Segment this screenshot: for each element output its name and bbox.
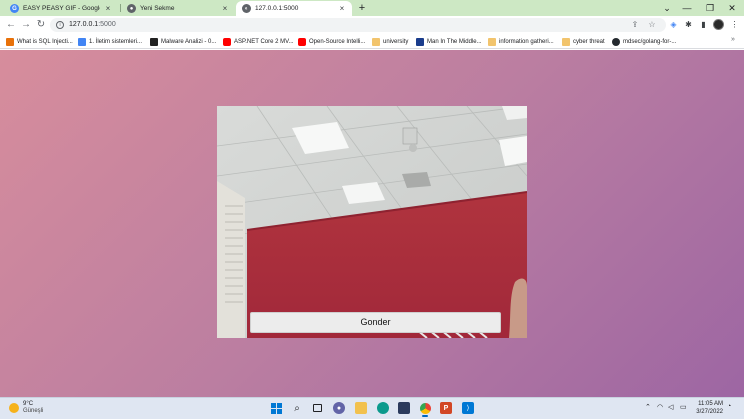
folder-icon	[562, 37, 570, 46]
bookmark-favicon-icon	[150, 37, 158, 46]
bookmark-favicon-icon	[6, 37, 14, 46]
bookmark-item[interactable]: mdsec/golang-for-...	[612, 36, 676, 47]
webcam-video	[217, 106, 527, 338]
restore-icon[interactable]: ❐	[699, 0, 721, 16]
bookmark-item[interactable]: Man In The Middle...	[416, 36, 482, 47]
close-icon[interactable]: ×	[221, 4, 229, 13]
bookmark-label: What is SQL Injecti...	[17, 38, 73, 45]
bookmark-label: information gatheri...	[499, 38, 554, 45]
tab-title: EASY PEASY GIF - Google Arama	[23, 5, 100, 12]
weather-condition: Güneşli	[23, 408, 44, 414]
notifications-icon[interactable]: ◔	[727, 403, 731, 410]
close-icon[interactable]: ×	[338, 4, 346, 13]
extension-shield-icon[interactable]: ◈	[668, 19, 679, 31]
tab-strip: G EASY PEASY GIF - Google Arama × ● Yeni…	[0, 0, 744, 16]
task-view-glyph	[312, 404, 322, 412]
windows-logo	[270, 402, 282, 414]
tab-google-search[interactable]: G EASY PEASY GIF - Google Arama ×	[4, 1, 118, 16]
weather-temp: 9°C	[23, 401, 34, 407]
clock-date: 3/27/2022	[696, 409, 723, 415]
chevron-up-icon[interactable]: ⌃	[645, 403, 651, 411]
url-host: 127.0.0.1	[69, 21, 99, 28]
bookmark-favicon-icon	[416, 37, 424, 46]
bookmark-label: 1. İletim sistemleri...	[89, 38, 143, 45]
speaker-icon[interactable]: ◁	[668, 403, 673, 411]
system-clock[interactable]: 11:05 AM 3/27/2022	[691, 400, 723, 416]
chrome-taskbar-icon[interactable]	[419, 402, 431, 417]
minimize-icon[interactable]: —	[676, 0, 698, 16]
chat-icon[interactable]: ●	[333, 402, 345, 414]
google-icon: G	[10, 4, 19, 13]
reload-icon[interactable]: ↻	[35, 19, 47, 31]
tab-title: 127.0.0.1:5000	[255, 5, 299, 12]
bookmarks-bar: What is SQL Injecti... 1. İletim sisteml…	[0, 34, 744, 49]
bookmark-label: Malware Analizi - 0...	[161, 38, 217, 45]
chrome-icon: ●	[127, 4, 136, 13]
bookmark-item[interactable]: Malware Analizi - 0...	[150, 36, 216, 47]
bookmark-label: Man In The Middle...	[427, 38, 482, 45]
bookmark-label: Open-Source Intelli...	[309, 38, 366, 45]
store-icon[interactable]	[398, 402, 410, 414]
globe-icon: ◐	[242, 4, 251, 13]
youtube-icon	[298, 37, 306, 46]
share-icon[interactable]: ⇪	[630, 20, 640, 30]
file-explorer-icon[interactable]	[355, 402, 367, 414]
search-icon[interactable]: ⌕	[291, 402, 303, 414]
url-port: :5000	[98, 21, 116, 28]
bookmark-label: university	[383, 38, 409, 45]
tab-new-tab[interactable]: ● Yeni Sekme ×	[121, 1, 235, 16]
bookmark-favicon-icon	[78, 37, 86, 46]
bookmark-item[interactable]: Open-Source Intelli...	[298, 36, 365, 47]
bookmark-item[interactable]: 1. İletim sistemleri...	[78, 36, 142, 47]
menu-kebab-icon[interactable]: ⋮	[729, 19, 740, 31]
tab-localhost[interactable]: ◐ 127.0.0.1:5000 ×	[236, 1, 352, 16]
bookmark-folder[interactable]: information gatheri...	[488, 36, 554, 47]
youtube-icon	[223, 37, 231, 46]
wifi-icon[interactable]: ◠	[657, 403, 663, 411]
folder-icon	[372, 37, 380, 46]
extensions-puzzle-icon[interactable]: ✱	[683, 19, 694, 31]
windows-start-icon[interactable]	[270, 402, 282, 414]
close-icon[interactable]: ×	[104, 4, 112, 13]
bookmark-item[interactable]: ASP.NET Core 2 MV...	[223, 36, 294, 47]
webcam-frame	[217, 106, 527, 338]
task-view-icon[interactable]	[311, 402, 323, 414]
bookmark-folder[interactable]: cyber threat	[562, 36, 605, 47]
chrome-logo	[419, 402, 431, 414]
weather-widget[interactable]: 9°C Güneşli	[9, 401, 43, 415]
chevron-down-icon[interactable]: ⌄	[656, 0, 678, 16]
github-icon	[612, 37, 620, 46]
sun-icon	[9, 403, 19, 413]
address-bar[interactable]: i 127.0.0.1:5000 ⇪ ☆	[50, 18, 666, 32]
clock-time: 11:05 AM	[698, 401, 723, 407]
edge-icon[interactable]	[377, 402, 389, 414]
new-tab-button[interactable]: +	[356, 1, 368, 15]
chevron-double-right-icon[interactable]: »	[731, 36, 735, 43]
vscode-icon[interactable]: ⟩	[462, 402, 474, 414]
bookmark-folder[interactable]: university	[372, 36, 408, 47]
page-background: Gonder	[0, 50, 744, 397]
url-text: 127.0.0.1:5000	[69, 20, 116, 30]
bookmark-label: mdsec/golang-for-...	[623, 38, 677, 45]
bookmark-star-icon[interactable]: ☆	[647, 20, 657, 30]
bookmark-label: ASP.NET Core 2 MV...	[234, 38, 294, 45]
folder-icon	[488, 37, 496, 46]
avatar[interactable]	[713, 19, 724, 30]
battery-icon[interactable]: ▭	[680, 403, 687, 411]
tab-title: Yeni Sekme	[140, 5, 175, 12]
info-icon[interactable]: i	[56, 21, 64, 29]
bookmark-item[interactable]: What is SQL Injecti...	[6, 36, 73, 47]
powerpoint-icon[interactable]: P	[440, 402, 452, 414]
windows-taskbar: 9°C Güneşli ⌕ ● P ⟩ ⌃ ◠ ◁ ▭ 11:05 AM 3/2…	[0, 397, 744, 419]
submit-button[interactable]: Gonder	[250, 312, 501, 333]
back-icon[interactable]: ←	[5, 19, 17, 31]
bookmark-label: cyber threat	[573, 38, 605, 45]
browser-toolbar: ← → ↻ i 127.0.0.1:5000 ⇪ ☆ ◈ ✱ ▮ ⋮	[0, 16, 744, 34]
side-panel-icon[interactable]: ▮	[698, 19, 709, 31]
window-close-icon[interactable]: ✕	[721, 0, 743, 16]
forward-icon[interactable]: →	[20, 19, 32, 31]
